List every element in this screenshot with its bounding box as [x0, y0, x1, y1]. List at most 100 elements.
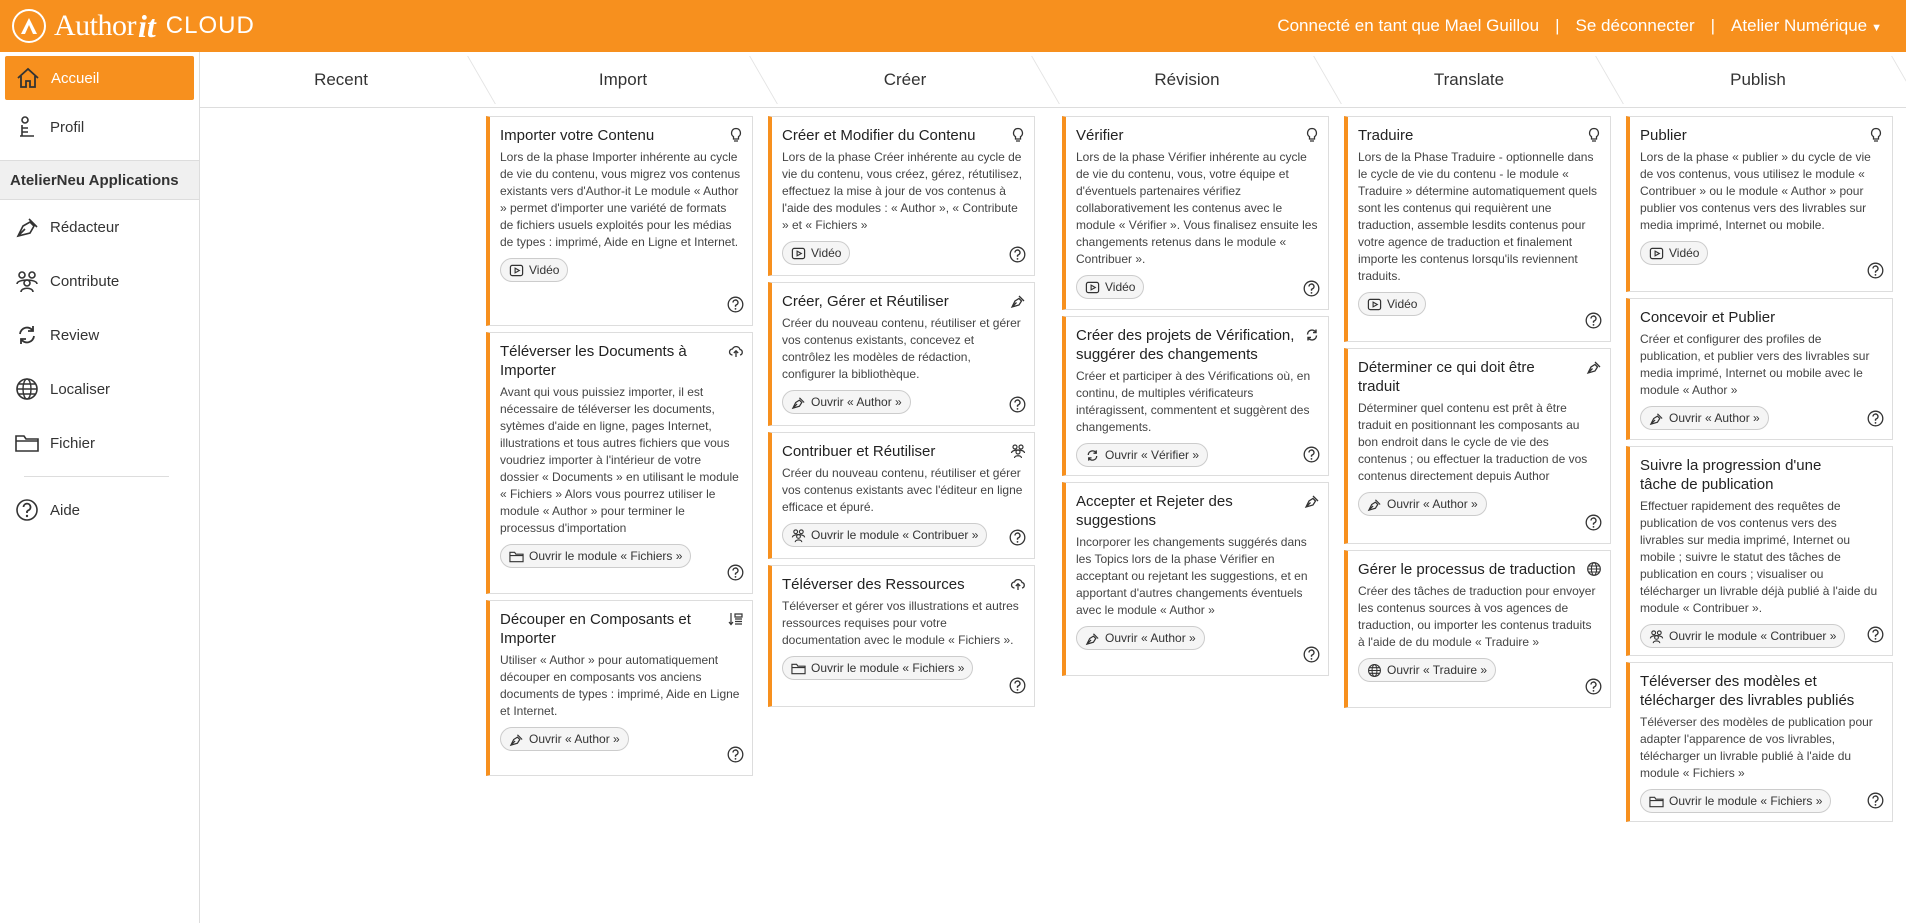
card-contribuer-reutiliser: Contribuer et Réutiliser Créer du nouvea…	[768, 432, 1035, 559]
card-description: Créer du nouveau contenu, réutiliser et …	[782, 316, 1021, 381]
tab-creer[interactable]: Créer	[764, 52, 1046, 108]
revision-column: Vérifier Lors de la phase Vérifier inhér…	[1062, 116, 1329, 682]
card-creer-gerer-reutiliser: Créer, Gérer et Réutiliser Créer du nouv…	[768, 282, 1035, 426]
tab-recent[interactable]: Recent	[200, 52, 482, 108]
video-icon	[1367, 297, 1382, 312]
card-televerser-documents: Téléverser les Documents à Importer Avan…	[486, 332, 753, 594]
video-button[interactable]: Vidéo	[500, 258, 569, 282]
tab-label: Recent	[314, 70, 368, 89]
card-description: Téléverser des modèles de publication po…	[1640, 715, 1873, 780]
card-title: Téléverser les Documents à Importer	[500, 343, 687, 379]
translate-column: Traduire Lors de la Phase Traduire - opt…	[1344, 116, 1611, 714]
open-author-button[interactable]: Ouvrir « Author »	[1640, 406, 1769, 430]
video-button[interactable]: Vidéo	[1640, 241, 1709, 265]
open-author-button[interactable]: Ouvrir « Author »	[1076, 626, 1205, 650]
help-icon[interactable]	[727, 296, 744, 313]
help-icon[interactable]	[1867, 792, 1884, 809]
button-label: Ouvrir « Author »	[1105, 631, 1196, 645]
refresh-icon	[19, 326, 35, 344]
card-accepter-rejeter: Accepter et Rejeter des suggestions Inco…	[1062, 482, 1329, 676]
open-contribuer-button[interactable]: Ouvrir le module « Contribuer »	[782, 523, 988, 547]
button-label: Ouvrir « Traduire »	[1387, 663, 1488, 677]
card-description: Lors de la Phase Traduire - optionnelle …	[1358, 150, 1598, 283]
creer-column: Créer et Modifier du Contenu Lors de la …	[768, 116, 1035, 713]
sidebar-item-aide[interactable]: Aide	[0, 483, 199, 537]
card-televerser-ressources: Téléverser des Ressources Téléverser et …	[768, 565, 1035, 707]
help-icon[interactable]	[1585, 514, 1602, 531]
video-icon	[791, 246, 806, 261]
help-icon[interactable]	[1303, 280, 1320, 297]
card-title: Téléverser des Ressources	[782, 576, 965, 593]
card-importer-contenu: Importer votre Contenu Lors de la phase …	[486, 116, 753, 326]
open-author-button[interactable]: Ouvrir « Author »	[1358, 492, 1487, 516]
card-title: Traduire	[1358, 127, 1414, 144]
help-icon[interactable]	[1009, 246, 1026, 263]
help-icon[interactable]	[1009, 529, 1026, 546]
sidebar-item-localiser[interactable]: Localiser	[0, 362, 199, 416]
open-fichiers-button[interactable]: Ouvrir le module « Fichiers »	[782, 656, 974, 680]
help-icon[interactable]	[1009, 677, 1026, 694]
tab-import[interactable]: Import	[482, 52, 764, 108]
help-icon[interactable]	[727, 564, 744, 581]
sidebar-item-label: Fichier	[50, 434, 96, 452]
card-description: Lors de la phase « publier » du cycle de…	[1640, 150, 1871, 232]
logout-link[interactable]: Se déconnecter	[1576, 16, 1695, 36]
logo-mark-icon	[12, 9, 46, 43]
open-fichiers-button[interactable]: Ouvrir le module « Fichiers »	[500, 544, 692, 568]
video-button[interactable]: Vidéo	[1358, 292, 1427, 316]
sidebar-item-review[interactable]: Review	[0, 308, 199, 362]
folder-icon	[791, 661, 806, 676]
video-button[interactable]: Vidéo	[782, 241, 851, 265]
button-label: Ouvrir « Author »	[1669, 411, 1760, 425]
open-author-button[interactable]: Ouvrir « Author »	[782, 390, 911, 414]
folder-icon	[509, 549, 524, 564]
button-label: Ouvrir « Author »	[811, 395, 902, 409]
users-icon	[1649, 629, 1664, 644]
open-verifier-button[interactable]: Ouvrir « Vérifier »	[1076, 443, 1209, 467]
sidebar-item-accueil[interactable]: Accueil	[5, 56, 194, 100]
card-description: Avant qui vous puissiez importer, il est…	[500, 385, 739, 535]
tab-translate[interactable]: Translate	[1328, 52, 1610, 108]
open-fichiers-button[interactable]: Ouvrir le module « Fichiers »	[1640, 789, 1832, 813]
button-label: Ouvrir le module « Fichiers »	[529, 549, 683, 563]
tab-label: Translate	[1433, 70, 1505, 89]
cloud-upload-icon	[728, 343, 744, 359]
card-description: Déterminer quel contenu est prêt à être …	[1358, 401, 1588, 483]
help-icon[interactable]	[727, 746, 744, 763]
button-label: Vidéo	[529, 263, 560, 277]
help-icon[interactable]	[1867, 410, 1884, 427]
open-contribuer-button[interactable]: Ouvrir le module « Contribuer »	[1640, 624, 1846, 648]
sidebar-item-profil[interactable]: Profil	[0, 100, 199, 154]
card-description: Créer et configurer des profiles de publ…	[1640, 332, 1870, 397]
help-icon[interactable]	[1867, 626, 1884, 643]
help-icon[interactable]	[1867, 262, 1884, 279]
users-icon	[791, 528, 806, 543]
refresh-icon	[1304, 327, 1320, 343]
folder-icon	[1649, 794, 1664, 809]
card-description: Créer du nouveau contenu, réutiliser et …	[782, 466, 1023, 514]
sidebar-item-fichier[interactable]: Fichier	[0, 416, 199, 470]
video-button[interactable]: Vidéo	[1076, 275, 1145, 299]
sidebar-item-label: Accueil	[51, 69, 100, 87]
help-icon[interactable]	[1585, 678, 1602, 695]
open-author-button[interactable]: Ouvrir « Author »	[500, 727, 629, 751]
card-description: Créer des tâches de traduction pour envo…	[1358, 584, 1596, 649]
tab-publish[interactable]: Publish	[1610, 52, 1906, 108]
help-icon[interactable]	[1585, 312, 1602, 329]
lightbulb-icon	[728, 127, 744, 143]
logo[interactable]: Author it CLOUD	[0, 8, 255, 45]
workspace-dropdown[interactable]: Atelier Numérique ▼	[1731, 16, 1882, 36]
card-title: Téléverser des modèles et télécharger de…	[1640, 673, 1855, 709]
tab-label: Créer	[883, 70, 927, 89]
sidebar-item-label: Contribute	[50, 272, 120, 290]
sidebar-item-contribute[interactable]: Contribute	[0, 254, 199, 308]
logo-author-text: Author	[54, 9, 137, 42]
open-traduire-button[interactable]: Ouvrir « Traduire »	[1358, 658, 1497, 682]
help-icon[interactable]	[1303, 446, 1320, 463]
tab-revision[interactable]: Révision	[1046, 52, 1328, 108]
card-decouper-composants: Découper en Composants et Importer Utili…	[486, 600, 753, 776]
help-icon[interactable]	[1009, 396, 1026, 413]
pen-icon	[791, 395, 806, 410]
help-icon[interactable]	[1303, 646, 1320, 663]
sidebar-item-redacteur[interactable]: Rédacteur	[0, 200, 199, 254]
